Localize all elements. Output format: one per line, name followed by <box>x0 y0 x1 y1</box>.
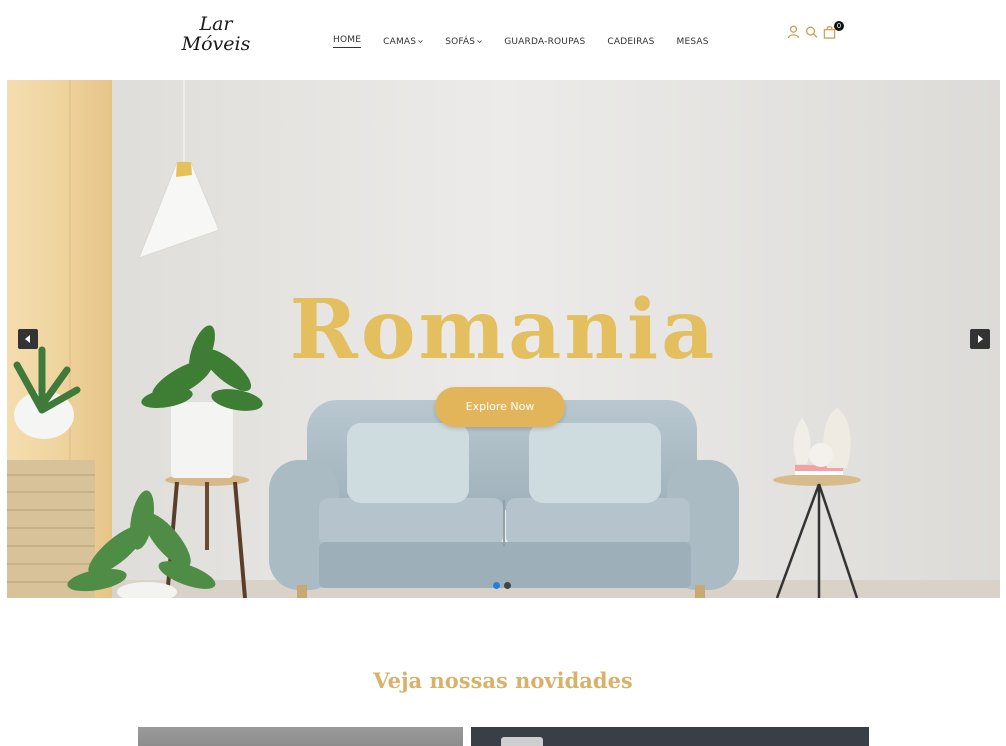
nav-item-cadeiras[interactable]: CADEIRAS <box>607 35 654 48</box>
site-header: Lar Móveis HOME CAMAS SOFÁS GUARDA-ROUPA… <box>0 0 1006 80</box>
nav-item-mesas[interactable]: MESAS <box>677 35 709 48</box>
nav-item-sofas[interactable]: SOFÁS <box>445 35 482 48</box>
hero-title: Romania <box>289 282 718 378</box>
nav-item-camas[interactable]: CAMAS <box>383 35 423 48</box>
nav-item-label: GUARDA-ROUPAS <box>504 36 586 47</box>
vase-image <box>501 737 543 746</box>
cart-count-badge: 0 <box>834 21 844 31</box>
section-title: Veja nossas novidades <box>373 668 633 693</box>
main-nav: HOME CAMAS SOFÁS GUARDA-ROUPAS CADEIRAS … <box>333 35 731 48</box>
chevron-left-icon <box>25 335 30 343</box>
brand-line-2: Móveis <box>181 33 251 55</box>
slider-prev-button[interactable] <box>18 329 38 349</box>
nav-item-guarda-roupas[interactable]: GUARDA-ROUPAS <box>504 35 585 48</box>
slider-dot-2[interactable] <box>504 582 511 589</box>
product-thumbnail[interactable] <box>471 727 869 746</box>
nav-item-label: SOFÁS <box>445 36 476 47</box>
nav-item-label: HOME <box>333 35 362 45</box>
nav-item-label: CADEIRAS <box>607 36 655 47</box>
user-icon[interactable] <box>787 24 800 40</box>
nav-item-home[interactable]: HOME <box>333 35 362 48</box>
explore-now-button[interactable]: Explore Now <box>435 387 565 427</box>
hero-slider: Romania Explore Now <box>7 80 1000 598</box>
slider-next-button[interactable] <box>970 329 990 349</box>
product-thumbnail[interactable] <box>138 727 463 746</box>
header-icons <box>787 24 836 40</box>
chevron-down-icon <box>418 40 423 44</box>
nav-item-label: CAMAS <box>383 36 417 47</box>
brand-line-1: Lar <box>199 13 233 35</box>
slider-dot-1[interactable] <box>493 582 500 589</box>
search-icon[interactable] <box>805 24 818 40</box>
chevron-right-icon <box>978 335 983 343</box>
nav-item-label: MESAS <box>676 36 709 47</box>
brand-logo[interactable]: Lar Móveis <box>176 14 256 54</box>
slider-pagination <box>493 582 511 589</box>
chevron-down-icon <box>477 40 482 44</box>
